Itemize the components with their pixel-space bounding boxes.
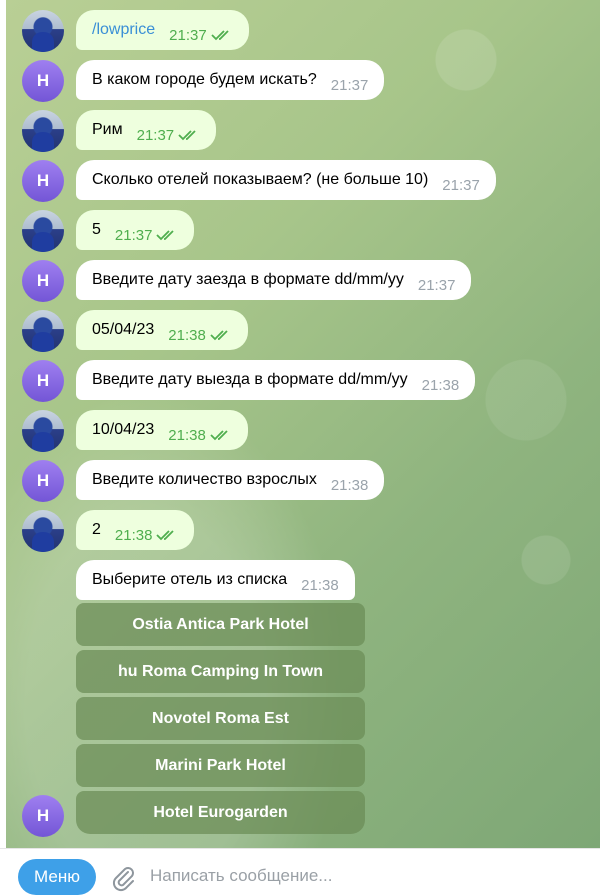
double-check-icon — [211, 30, 229, 41]
message-text: В каком городе будем искать? — [92, 71, 317, 88]
message-time-wrap: 21:38 — [168, 327, 232, 344]
bot-avatar[interactable]: Н — [22, 160, 64, 202]
menu-button[interactable]: Меню — [18, 859, 96, 895]
message-input[interactable] — [150, 861, 570, 891]
message-incoming[interactable]: Сколько отелей показываем? (не больше 10… — [76, 160, 496, 200]
message-time: 21:37 — [330, 76, 369, 94]
inline-button-hotel[interactable]: Novotel Roma Est — [76, 697, 365, 740]
chat-area: /lowprice 21:37 Н В каком городе будем и… — [6, 0, 600, 848]
message-text: 5 — [92, 221, 101, 238]
message-time: 21:38 — [168, 426, 206, 444]
message-time: 21:38 — [168, 326, 206, 344]
message-composer: Меню — [0, 848, 600, 896]
bot-avatar[interactable]: Н — [22, 60, 64, 102]
message-outgoing[interactable]: /lowprice 21:37 — [76, 10, 249, 50]
double-check-icon — [156, 230, 175, 241]
message-incoming[interactable]: Введите количество взрослых 21:38 — [76, 460, 385, 500]
bot-avatar[interactable]: Н — [22, 460, 64, 502]
bot-avatar[interactable]: Н — [22, 360, 64, 402]
bot-avatar-initial: Н — [36, 471, 50, 490]
inline-button-hotel[interactable]: Hotel Eurogarden — [76, 791, 365, 834]
message-outgoing[interactable]: 05/04/23 21:38 — [76, 310, 248, 350]
message-time: 21:38 — [114, 526, 153, 544]
message-time: 21:37 — [442, 176, 480, 194]
message-text: Введите дату выезда в формате dd/mm/yy — [92, 371, 408, 388]
user-avatar[interactable] — [22, 310, 64, 352]
message-time-wrap: 21:38 — [115, 527, 179, 544]
message-time-wrap: 21:37 — [137, 127, 201, 144]
double-check-icon — [178, 130, 196, 141]
inline-button-hotel[interactable]: hu Roma Camping In Town — [76, 650, 365, 693]
message-incoming[interactable]: В каком городе будем искать? 21:37 — [76, 60, 385, 100]
message-time-wrap: 21:38 — [168, 427, 232, 444]
message-time: 21:37 — [169, 26, 207, 44]
message-outgoing[interactable]: 5 21:37 — [76, 210, 195, 250]
message-text: Введите дату заезда в формате dd/mm/yy — [92, 271, 404, 288]
message-time: 21:38 — [421, 376, 460, 394]
bot-avatar-initial: Н — [36, 71, 50, 90]
user-avatar[interactable] — [22, 510, 64, 552]
message-text: 10/04/23 — [92, 421, 155, 438]
message-incoming[interactable]: Выберите отель из списка 21:38 — [76, 560, 355, 600]
bot-avatar[interactable]: Н — [22, 795, 64, 837]
message-text: Рим — [92, 121, 123, 138]
message-time: 21:37 — [114, 226, 153, 244]
inline-button-hotel[interactable]: Ostia Antica Park Hotel — [76, 603, 365, 646]
message-text: Сколько отелей показываем? (не больше 10… — [92, 171, 429, 188]
double-check-icon — [156, 530, 175, 541]
user-avatar[interactable] — [22, 410, 64, 452]
message-outgoing[interactable]: Рим 21:37 — [76, 110, 217, 150]
message-outgoing[interactable]: 10/04/23 21:38 — [76, 410, 248, 450]
inline-button-hotel[interactable]: Marini Park Hotel — [76, 744, 365, 787]
user-avatar[interactable] — [22, 210, 64, 252]
message-time: 21:37 — [136, 126, 175, 144]
bot-avatar-initial: Н — [36, 806, 50, 825]
message-time-wrap: 21:37 — [169, 27, 233, 44]
bot-avatar-initial: Н — [36, 371, 50, 390]
double-check-icon — [210, 430, 228, 441]
message-incoming[interactable]: Введите дату заезда в формате dd/mm/yy 2… — [76, 260, 472, 300]
message-text: 05/04/23 — [92, 321, 155, 338]
message-text: Введите количество взрослых — [92, 471, 317, 488]
user-avatar[interactable] — [22, 110, 64, 152]
bot-avatar-initial: Н — [36, 271, 50, 290]
double-check-icon — [210, 330, 228, 341]
message-text: Выберите отель из списка — [92, 571, 288, 588]
bot-avatar[interactable]: Н — [22, 260, 64, 302]
bot-avatar-initial: Н — [36, 171, 50, 190]
message-time-wrap: 21:37 — [115, 227, 179, 244]
paperclip-icon[interactable] — [108, 863, 138, 893]
message-text: 2 — [92, 521, 101, 538]
message-text[interactable]: /lowprice — [92, 21, 155, 39]
message-time: 21:37 — [417, 276, 456, 294]
message-incoming[interactable]: Введите дату выезда в формате dd/mm/yy 2… — [76, 360, 476, 400]
message-outgoing[interactable]: 2 21:38 — [76, 510, 195, 550]
user-avatar[interactable] — [22, 10, 64, 52]
message-time: 21:38 — [301, 576, 339, 594]
message-time: 21:38 — [330, 476, 369, 494]
